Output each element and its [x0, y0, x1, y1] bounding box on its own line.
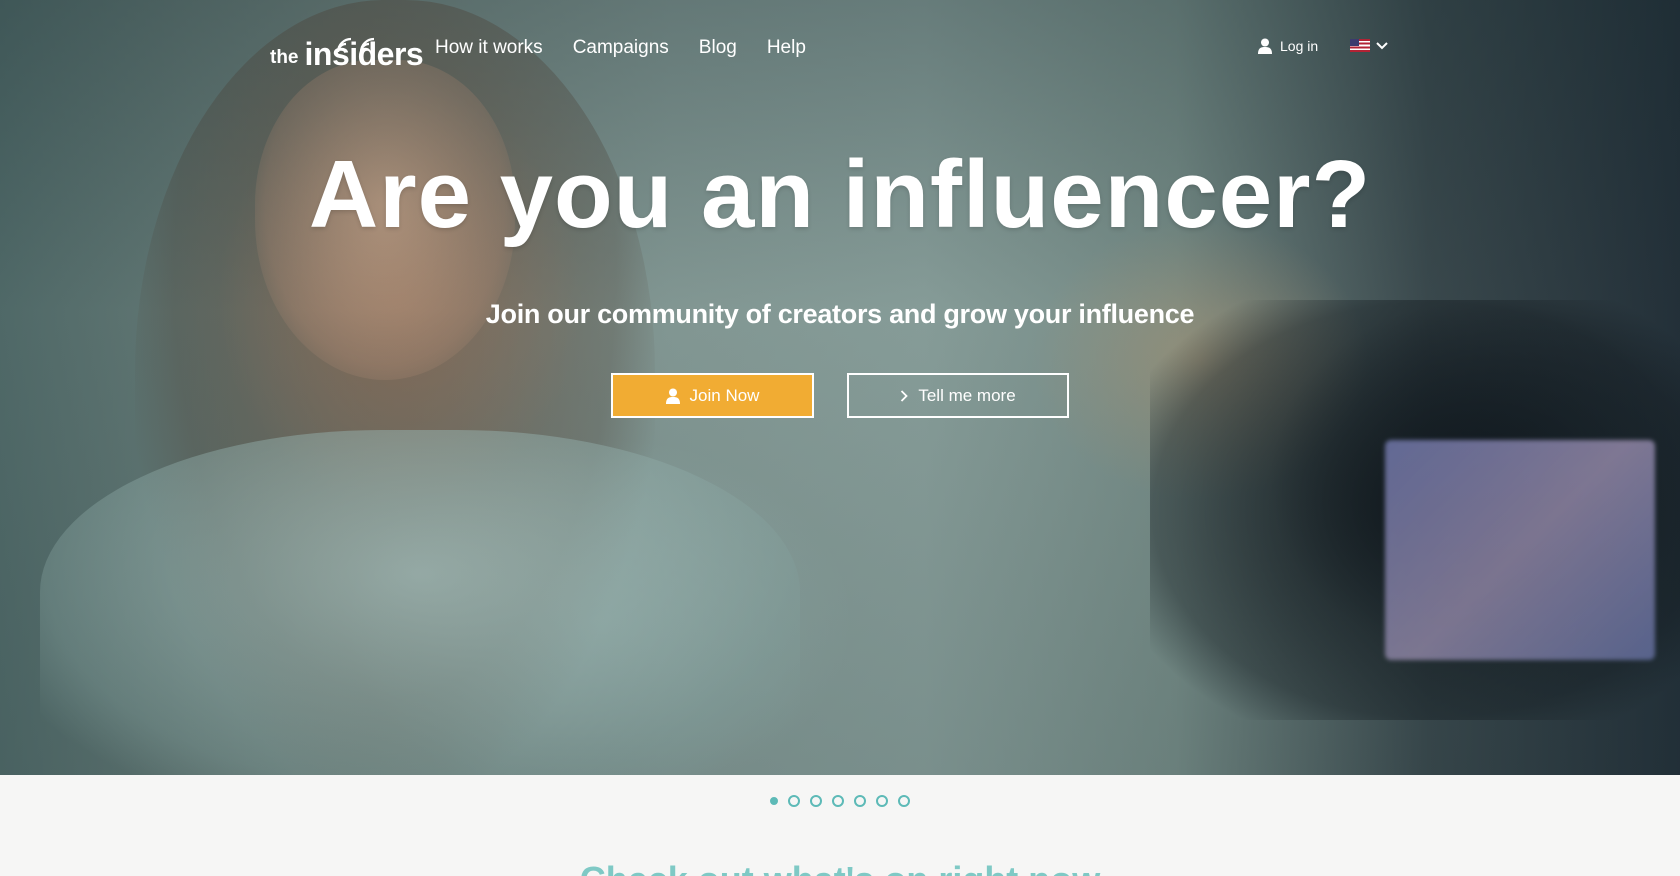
section-title: Check out what's on right now — [0, 862, 1680, 876]
carousel-dot[interactable] — [832, 795, 844, 807]
carousel-dot[interactable] — [810, 795, 822, 807]
hero-subheadline: Join our community of creators and grow … — [485, 299, 1195, 329]
tell-me-more-label: Tell me more — [918, 385, 1016, 405]
hero-headline: Are you an influencer? — [308, 141, 1372, 248]
nav-link-campaigns[interactable]: Campaigns — [573, 37, 669, 59]
site-logo[interactable]: the insiders — [270, 30, 424, 70]
login-link[interactable]: Log in — [1258, 38, 1318, 54]
join-now-label: Join Now — [689, 385, 760, 405]
us-flag-icon — [1350, 39, 1370, 52]
user-icon — [1258, 38, 1272, 54]
carousel-dot[interactable] — [876, 795, 888, 807]
login-label: Log in — [1280, 38, 1319, 54]
nav-link-help[interactable]: Help — [767, 37, 806, 59]
signal-icon — [336, 37, 374, 53]
carousel-dot[interactable] — [770, 797, 778, 805]
carousel-dot[interactable] — [854, 795, 866, 807]
tell-me-more-button[interactable]: Tell me more — [847, 373, 1069, 418]
join-now-button[interactable]: Join Now — [611, 373, 814, 418]
top-navigation: the insiders How it works Campaigns Blog… — [0, 0, 1680, 100]
language-selector[interactable] — [1350, 39, 1388, 52]
hero-overlay — [0, 0, 1680, 775]
carousel-dot[interactable] — [898, 795, 910, 807]
user-icon — [665, 388, 680, 404]
chevron-down-icon — [1376, 41, 1388, 49]
logo-the: the — [270, 47, 299, 68]
chevron-right-icon — [901, 389, 909, 402]
logo-word: insiders — [305, 37, 424, 70]
nav-link-how-it-works[interactable]: How it works — [435, 37, 543, 59]
nav-link-blog[interactable]: Blog — [699, 37, 737, 59]
main-menu: How it works Campaigns Blog Help — [435, 37, 806, 59]
hero-background-image — [0, 0, 1680, 775]
carousel-dot[interactable] — [788, 795, 800, 807]
carousel-pagination — [0, 795, 1680, 807]
